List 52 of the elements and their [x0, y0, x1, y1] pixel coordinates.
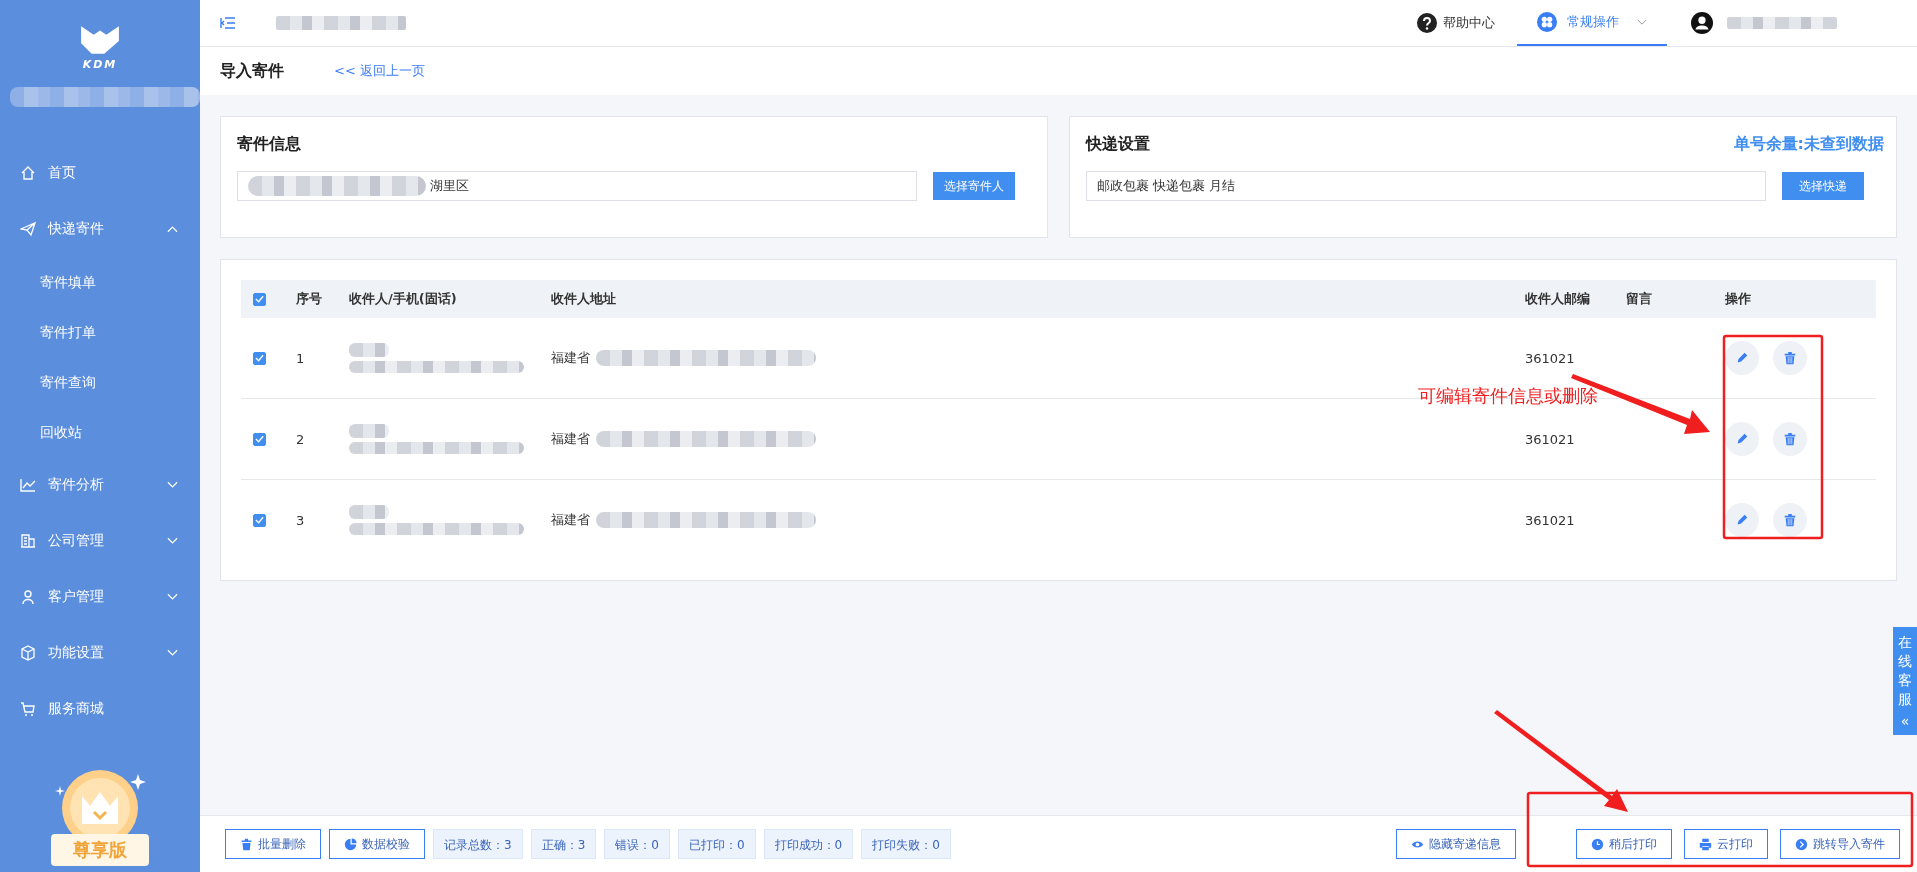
print-later-button[interactable]: 稍后打印	[1576, 829, 1672, 859]
annotation-text: 可编辑寄件信息或删除	[1418, 384, 1598, 408]
express-field[interactable]: 邮政包裹 快递包裹 月结	[1086, 171, 1766, 201]
table-cell: 2	[296, 431, 305, 447]
table-cell: 福建省	[551, 349, 590, 367]
table-cell: 1	[296, 350, 305, 366]
submenu-item[interactable]: 寄件打单	[0, 307, 200, 357]
table-cell: 361021	[1525, 350, 1575, 366]
submenu-item[interactable]: 寄件查询	[0, 357, 200, 407]
stat-label: 记录总数：3	[433, 829, 523, 859]
table-cell: 361021	[1525, 512, 1575, 528]
select-sender-button[interactable]: 选择寄件人	[933, 172, 1015, 200]
menu-item[interactable]: 快递寄件	[0, 201, 200, 257]
table-cell: 361021	[1525, 431, 1575, 447]
menu-item[interactable]: 寄件分析	[0, 457, 200, 513]
edition-badge: 尊享版	[51, 834, 149, 866]
column-header: 收件人邮编	[1525, 290, 1590, 308]
page-title: 导入寄件	[220, 60, 284, 82]
logo-text: KDM	[82, 58, 118, 71]
hide-info-button[interactable]: 隐藏寄递信息	[1396, 829, 1516, 859]
column-header: 收件人/手机(固话)	[349, 290, 457, 308]
submenu-item[interactable]: 回收站	[0, 407, 200, 457]
column-header: 序号	[296, 290, 322, 308]
stat-label: 打印失败：0	[861, 829, 951, 859]
menu-item[interactable]: 功能设置	[0, 625, 200, 681]
stat-label: 打印成功：0	[763, 829, 854, 859]
select-express-button[interactable]: 选择快递	[1782, 172, 1864, 200]
import-button[interactable]: 跳转导入寄件	[1780, 829, 1900, 859]
sender-field[interactable]: 湖里区	[237, 171, 917, 201]
column-header: 留言	[1626, 290, 1652, 308]
menu-item[interactable]: 公司管理	[0, 513, 200, 569]
table-cell: 福建省	[551, 511, 590, 529]
quota-text: 单号余量:未查到数据	[1733, 133, 1884, 155]
menu-item[interactable]: 首页	[0, 145, 200, 201]
batch-delete-button[interactable]: 批量删除	[225, 829, 321, 859]
stat-label: 已打印：0	[677, 829, 756, 859]
table-cell: 3	[296, 512, 305, 528]
submenu-item[interactable]: 寄件填单	[0, 257, 200, 307]
card-title: 快递设置	[1086, 133, 1150, 155]
menu-item[interactable]: 服务商城	[0, 681, 200, 737]
cloud-print-button[interactable]: 云打印	[1684, 829, 1768, 859]
stat-label: 正确：3	[530, 829, 597, 859]
table-cell: 福建省	[551, 430, 590, 448]
column-header: 收件人地址	[551, 290, 616, 308]
back-link[interactable]: << 返回上一页	[334, 62, 425, 80]
validate-button[interactable]: 数据校验	[329, 829, 425, 859]
help-link[interactable]: 帮助中心	[1417, 13, 1495, 33]
menu-item[interactable]: 客户管理	[0, 569, 200, 625]
stat-label: 错误：0	[604, 829, 670, 859]
online-service-tab[interactable]: 在线客服 «	[1893, 627, 1917, 735]
column-header: 操作	[1725, 290, 1751, 308]
card-title: 寄件信息	[237, 133, 301, 155]
